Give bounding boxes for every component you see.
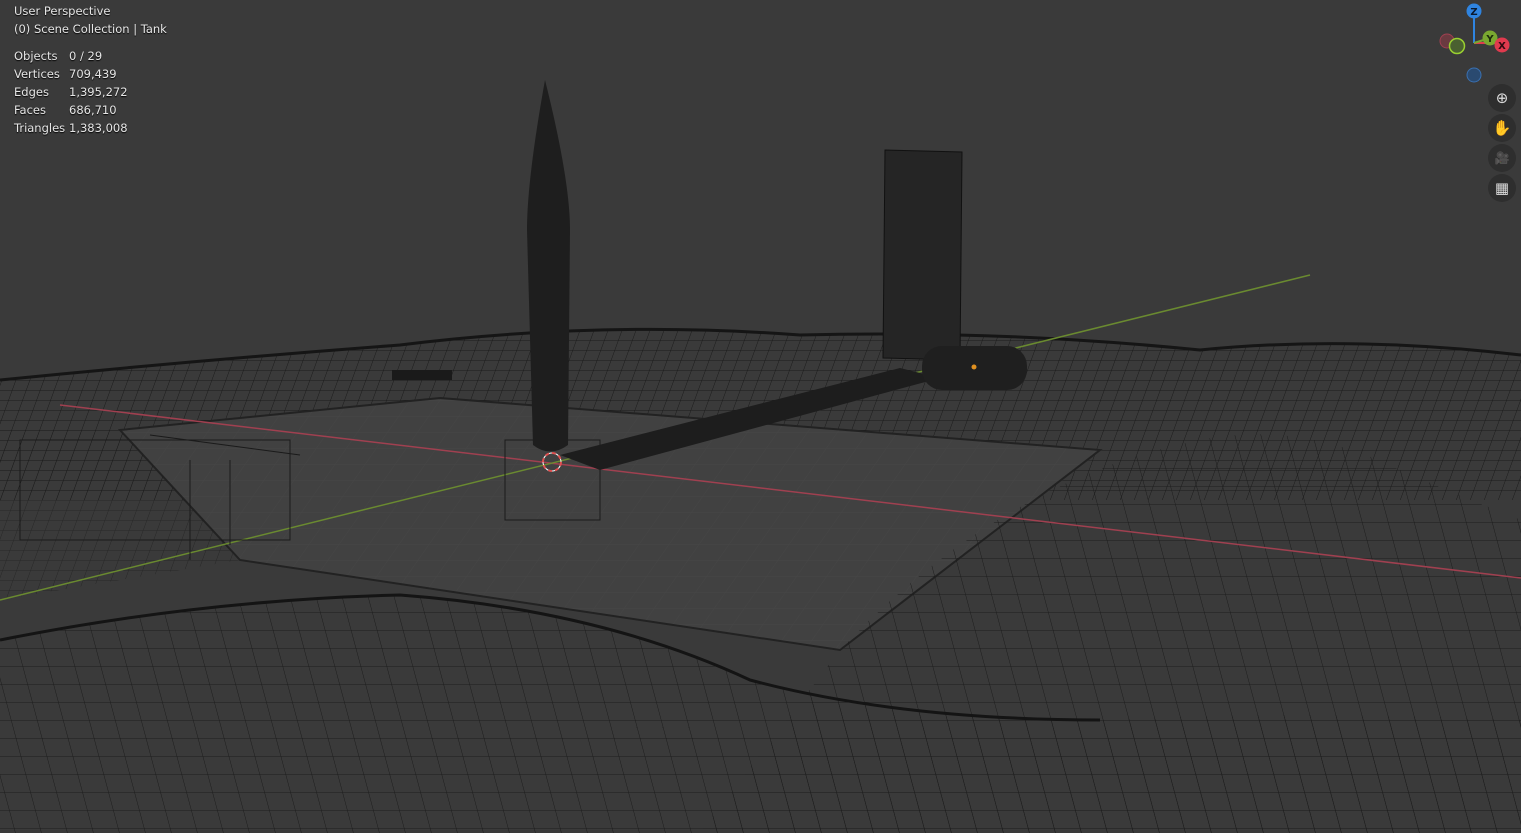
camera-view-button[interactable]: 🎥 [1488,144,1516,172]
stat-label: Objects [14,49,58,63]
pan-button[interactable]: ✋ [1488,114,1516,142]
stat-faces: Faces 686,710 [14,101,128,119]
tank-light [971,364,977,370]
magnifier-plus-icon: ⊕ [1495,89,1509,107]
stat-objects: Objects 0 / 29 [14,47,128,65]
ortho-toggle-button[interactable]: ▦ [1488,174,1516,202]
zoom-button[interactable]: ⊕ [1488,84,1516,112]
neg-z-axis-handle[interactable] [1466,67,1482,83]
stat-edges: Edges 1,395,272 [14,83,128,101]
stat-label: Edges [14,85,49,99]
scene-statistics: Objects 0 / 29 Vertices 709,439 Edges 1,395… [14,47,128,137]
3d-viewport[interactable] [0,0,1521,833]
z-axis-label: Z [1470,7,1477,18]
y-axis-label: Y [1485,34,1494,45]
stat-label: Vertices [14,67,60,81]
hand-icon: ✋ [1492,119,1512,137]
stat-value: 1,383,008 [69,121,128,135]
stat-label: Faces [14,103,46,117]
viewport-info: User Perspective (0) Scene Collection | … [14,2,167,38]
stat-triangles: Triangles 1,383,008 [14,119,128,137]
navigation-gizmo[interactable]: Z Y X [1430,0,1521,90]
neg-y-axis-handle[interactable] [1448,37,1466,55]
stat-value: 686,710 [69,103,117,117]
stat-vertices: Vertices 709,439 [14,65,128,83]
stat-value: 709,439 [69,67,117,81]
tower [882,149,963,361]
view-name: User Perspective [14,4,111,18]
camera-icon: 🎥 [1494,151,1510,165]
grid-icon: ▦ [1494,179,1510,197]
stat-value: 0 / 29 [69,49,103,63]
stat-label: Triangles [14,121,66,135]
x-axis-label: X [1498,41,1506,52]
collection-name: (0) Scene Collection | Tank [14,22,167,36]
stat-value: 1,395,272 [69,85,128,99]
bench [392,370,452,380]
